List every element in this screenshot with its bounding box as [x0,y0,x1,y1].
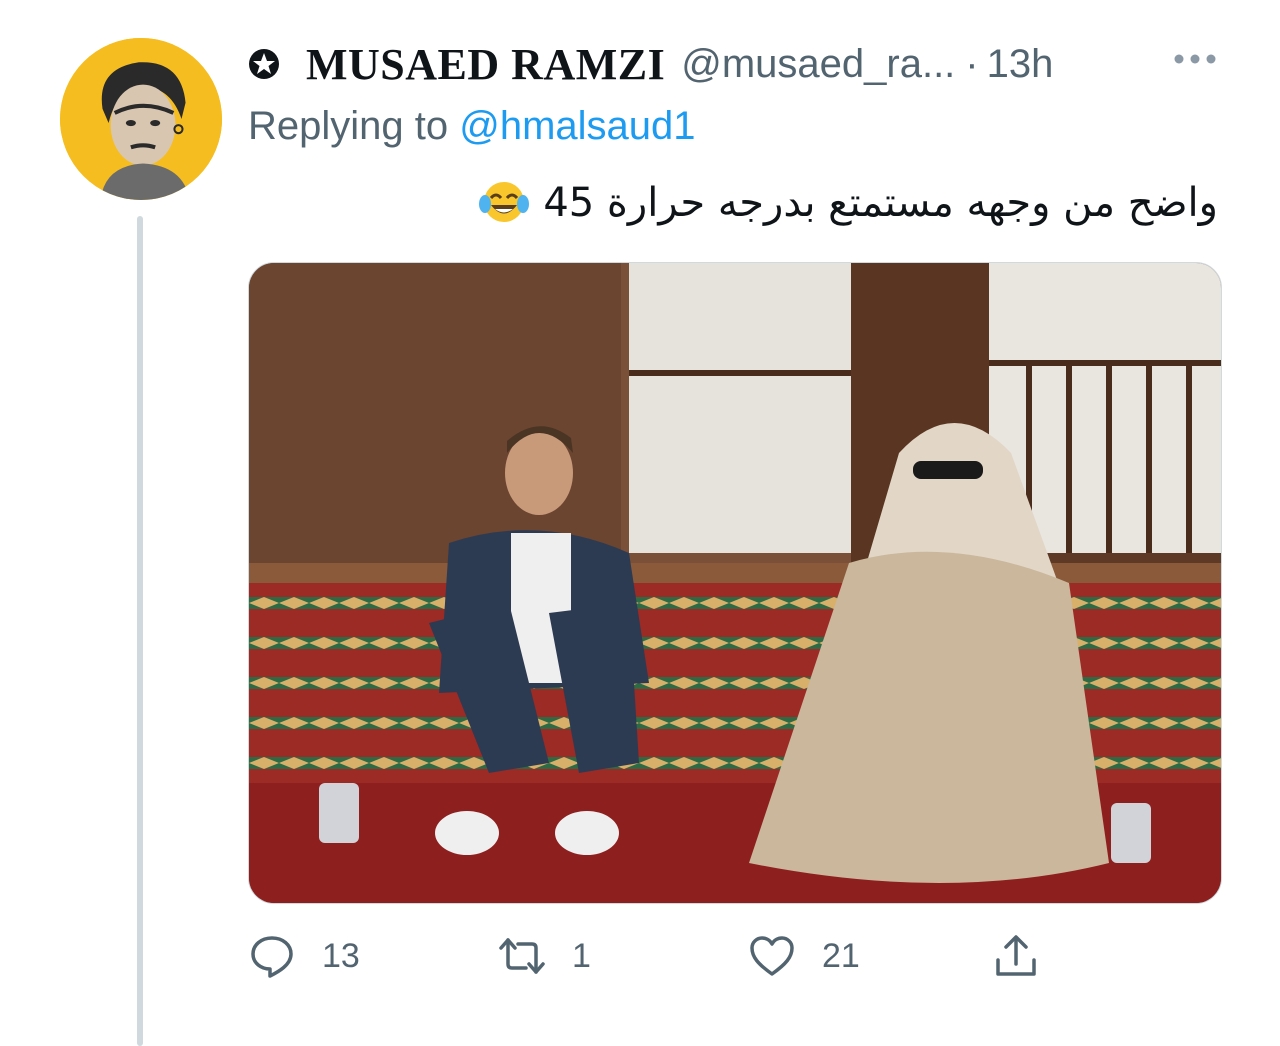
like-button[interactable]: 21 [748,926,860,986]
photo-image [249,263,1221,903]
avatar-illustration [60,38,222,200]
tweet-header: MUSAED RAMZI @musaed_ra... · 13h [248,34,1248,94]
share-button[interactable] [992,926,1040,986]
separator-dot: · [965,41,979,86]
reply-button[interactable]: 13 [248,926,360,986]
tweet-actions: 13 1 21 [248,926,1068,986]
tweet-text-row: واضح من وجهه مستمتع بدرجه حرارة 45 [479,178,1218,228]
replying-to-mention[interactable]: @hmalsaud1 [459,104,695,148]
retweet-icon [499,938,545,974]
display-name[interactable]: MUSAED RAMZI [306,39,665,90]
star-icon [249,49,279,79]
like-count: 21 [822,936,860,975]
more-options-icon[interactable] [1172,52,1218,66]
avatar[interactable] [60,38,222,200]
tweet-text: واضح من وجهه مستمتع بدرجه حرارة 45 [543,180,1218,226]
retweet-button[interactable]: 1 [498,926,591,986]
reply-icon [251,936,293,978]
retweet-count: 1 [572,936,591,975]
user-handle[interactable]: @musaed_ra... [681,42,955,87]
reply-count: 13 [322,936,360,975]
heart-icon [750,936,794,976]
face-with-tears-of-joy-icon [479,182,530,222]
replying-to-line: Replying to @hmalsaud1 [248,104,696,149]
timestamp[interactable]: 13h [987,42,1054,87]
tweet-photo[interactable] [248,262,1222,904]
replying-prefix: Replying to [248,104,449,148]
share-icon [996,935,1036,976]
thread-line [137,216,143,1046]
